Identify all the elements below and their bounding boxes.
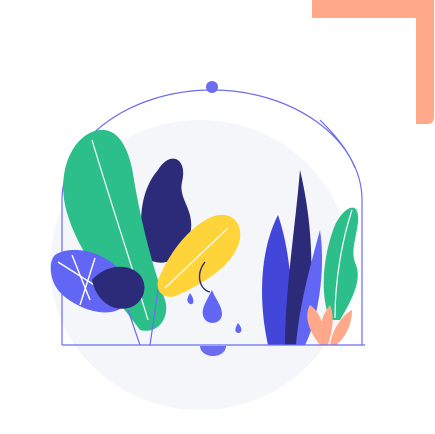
dome-reflection-arc [319,119,356,169]
green-right-leaf [323,207,359,320]
base-bowl [200,346,226,356]
water-drop-small-right [235,323,242,333]
dome-knob [206,81,218,93]
terrarium-illustration [0,0,435,434]
orange-leaf-mid [320,305,333,345]
water-drop-small-left [187,293,194,305]
water-drop-large [202,290,222,323]
terrarium-svg [50,81,365,356]
